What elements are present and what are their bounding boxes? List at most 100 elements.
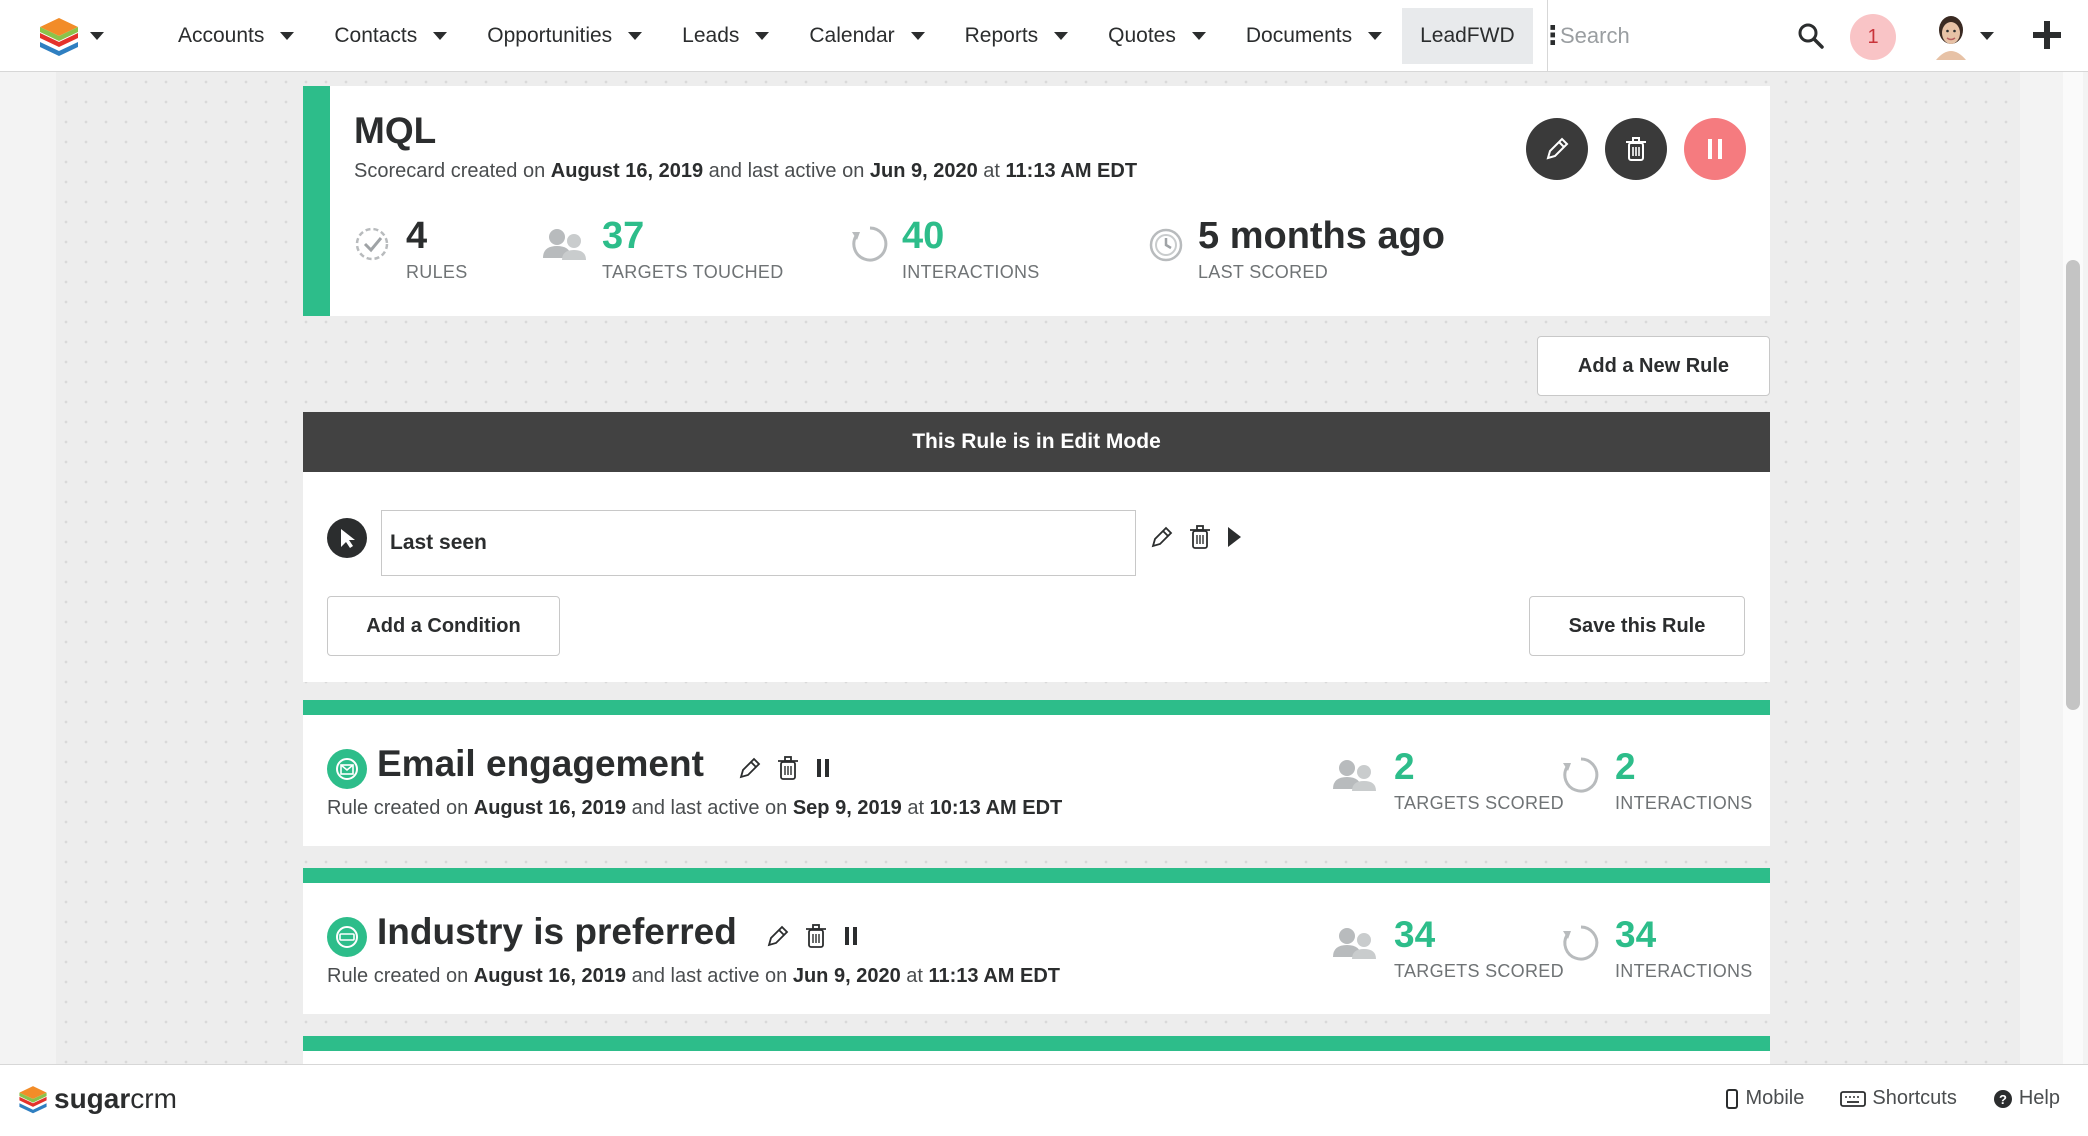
rule-card-industry-preferred: Industry is preferred Rule created on Au… — [303, 883, 1770, 1014]
targets-scored-count: 34 — [1394, 914, 1436, 955]
rule-card-email-engagement: Email engagement Rule created on August … — [303, 715, 1770, 846]
pencil-icon[interactable] — [737, 755, 763, 781]
add-condition-button[interactable]: Add a Condition — [327, 596, 560, 656]
footer: sugarcrm Mobile Shortcuts ? Help — [0, 1064, 2088, 1136]
targets-touched-count: 37 — [602, 215, 645, 257]
trash-icon[interactable] — [775, 755, 801, 781]
shortcuts-link[interactable]: Shortcuts — [1840, 1087, 1957, 1110]
search-icon[interactable] — [1798, 23, 1824, 49]
tab-documents[interactable]: Documents — [1226, 8, 1402, 64]
interactions-count: 34 — [1615, 914, 1657, 955]
tab-contacts[interactable]: Contacts — [314, 8, 467, 64]
quick-create-plus-icon[interactable] — [2030, 18, 2064, 52]
tab-accounts[interactable]: Accounts — [158, 8, 314, 64]
pencil-icon[interactable] — [1149, 524, 1175, 550]
clock-history-icon — [1149, 228, 1183, 262]
pause-icon[interactable] — [813, 756, 833, 780]
pause-icon[interactable] — [841, 924, 861, 948]
brand-text: crm — [130, 1083, 177, 1114]
trash-icon[interactable] — [1187, 524, 1213, 550]
last-active-date: Jun 9, 2020 — [792, 965, 901, 987]
tab-calendar[interactable]: Calendar — [789, 8, 944, 64]
rules-label: RULES — [406, 262, 468, 282]
condition-tools — [1149, 524, 1243, 550]
rule-status-bar — [303, 868, 1770, 883]
sugarcrm-logo-icon — [40, 17, 78, 56]
chevron-down-icon[interactable] — [910, 31, 925, 40]
avatar — [1932, 12, 1970, 60]
meta-text: at — [906, 965, 923, 987]
sugarcrm-logo-icon — [19, 1086, 47, 1114]
meta-text: Rule created on — [327, 797, 469, 819]
stat-targets-touched: 37 TARGETS TOUCHED — [540, 214, 784, 283]
targets-scored-label: TARGETS SCORED — [1394, 793, 1564, 813]
svg-text:?: ? — [1999, 1092, 2007, 1107]
keyboard-icon — [1840, 1090, 1867, 1107]
chevron-down-icon[interactable] — [280, 31, 295, 40]
users-icon — [1333, 760, 1376, 791]
chevron-down-icon[interactable] — [433, 31, 448, 40]
last-active-time: 11:13 AM EDT — [928, 965, 1061, 987]
rule-targets-scored: 34 TARGETS SCORED — [1330, 913, 1564, 982]
rule-title: Email engagement — [377, 743, 704, 784]
meta-text: at — [907, 797, 925, 819]
notifications-badge[interactable]: 1 — [1850, 14, 1896, 60]
pointer-icon — [327, 518, 367, 558]
tab-reports[interactable]: Reports — [945, 8, 1089, 64]
tab-label: Reports — [964, 23, 1039, 47]
scrollbar-thumb[interactable] — [2066, 260, 2080, 710]
condition-field[interactable]: Last seen — [381, 510, 1136, 576]
tab-quotes[interactable]: Quotes — [1088, 8, 1226, 64]
search-input[interactable] — [1560, 23, 1790, 49]
stat-rules: 4 RULES — [354, 214, 468, 283]
mobile-icon — [1726, 1088, 1739, 1109]
meta-text: and last active on — [708, 160, 865, 182]
play-icon[interactable] — [1225, 525, 1243, 549]
rule-interactions: 2 INTERACTIONS — [1561, 745, 1753, 814]
tab-opportunities[interactable]: Opportunities — [467, 8, 662, 64]
footer-links: Mobile Shortcuts ? Help — [1725, 1087, 2060, 1110]
mobile-link[interactable]: Mobile — [1725, 1087, 1804, 1110]
help-link[interactable]: ? Help — [1993, 1087, 2060, 1110]
stat-interactions: 40 INTERACTIONS — [850, 214, 1040, 283]
footer-brand-logo[interactable]: sugarcrm — [18, 1083, 177, 1115]
add-new-rule-button[interactable]: Add a New Rule — [1537, 336, 1770, 396]
stat-last-scored: 5 months ago LAST SCORED — [1146, 214, 1445, 283]
save-rule-button[interactable]: Save this Rule — [1529, 596, 1745, 656]
shortcuts-label: Shortcuts — [1872, 1087, 1957, 1109]
chevron-down-icon[interactable] — [1191, 31, 1206, 40]
pause-scorecard-button[interactable] — [1684, 118, 1746, 180]
rule-tools — [765, 923, 861, 949]
rule-targets-scored: 2 TARGETS SCORED — [1330, 745, 1564, 814]
scorecard-meta: Scorecard created on August 16, 2019 and… — [354, 160, 1137, 183]
last-scored-label: LAST SCORED — [1198, 262, 1329, 282]
pause-icon — [1708, 139, 1722, 159]
tab-leadfwd[interactable]: LeadFWD — [1402, 7, 1533, 64]
chevron-down-icon[interactable] — [1368, 31, 1383, 40]
mobile-label: Mobile — [1745, 1087, 1805, 1109]
tab-label: Documents — [1245, 23, 1353, 47]
tab-label: Calendar — [809, 23, 895, 47]
meta-text: Rule created on — [327, 965, 469, 987]
meta-text: Scorecard created on — [354, 160, 546, 182]
chevron-down-icon[interactable] — [755, 31, 770, 40]
tab-label: Contacts — [334, 23, 418, 47]
user-menu[interactable] — [1932, 12, 1994, 60]
delete-scorecard-button[interactable] — [1605, 118, 1667, 180]
interactions-count: 2 — [1615, 746, 1636, 787]
last-active-time: 10:13 AM EDT — [929, 797, 1063, 819]
pencil-icon[interactable] — [765, 923, 791, 949]
rules-count: 4 — [406, 215, 428, 257]
tab-leads[interactable]: Leads — [662, 8, 789, 64]
edit-scorecard-button[interactable] — [1526, 118, 1588, 180]
trash-icon[interactable] — [803, 923, 829, 949]
rule-title: Industry is preferred — [377, 911, 737, 952]
pencil-icon — [1546, 137, 1569, 160]
chevron-down-icon[interactable] — [1054, 31, 1069, 40]
chevron-down-icon[interactable] — [628, 31, 643, 40]
app-menu-button[interactable] — [0, 0, 120, 72]
rule-status-bar — [303, 700, 1770, 715]
tab-label: Quotes — [1108, 23, 1176, 47]
meta-text: at — [983, 160, 1000, 182]
trash-icon — [1626, 137, 1646, 161]
